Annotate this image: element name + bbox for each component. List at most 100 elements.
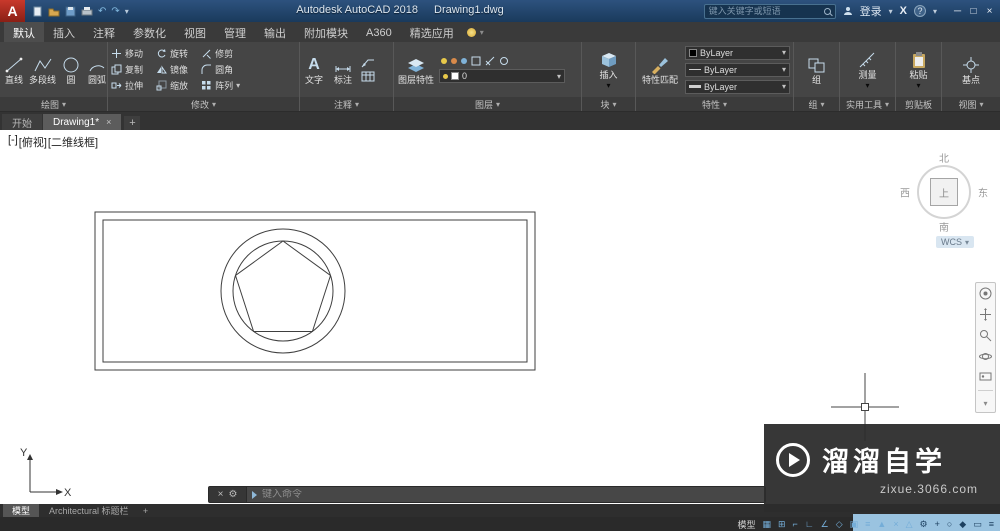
viewcube-west[interactable]: 西: [900, 185, 910, 200]
signin-button[interactable]: 登录: [860, 3, 882, 19]
layer-match-icon[interactable]: [485, 56, 495, 66]
viewport-menu-control[interactable]: [-]: [8, 134, 18, 150]
viewcube-top-face[interactable]: 上: [930, 178, 958, 206]
wcs-dropdown[interactable]: WCS: [935, 236, 974, 248]
tool-group[interactable]: 组: [806, 55, 828, 85]
workspace-gear-icon[interactable]: ⚙: [920, 517, 928, 531]
ortho-icon[interactable]: ∟: [805, 517, 814, 531]
tool-move[interactable]: 移动: [111, 47, 150, 60]
ribbon-tab-insert[interactable]: 插入: [44, 22, 84, 42]
restore-button[interactable]: □: [966, 6, 981, 17]
tool-insert-block[interactable]: 插入: [598, 50, 620, 90]
minimize-button[interactable]: ─: [950, 6, 965, 17]
tool-match-properties[interactable]: 特性匹配: [639, 55, 681, 85]
zoom-icon[interactable]: [979, 329, 992, 342]
layout-tab-model[interactable]: 模型: [3, 504, 40, 517]
grid-icon[interactable]: ▦: [762, 517, 771, 531]
leader-icon[interactable]: [361, 57, 375, 68]
ribbon-tab-manage[interactable]: 管理: [215, 22, 255, 42]
command-customize-icon[interactable]: ⚙: [228, 489, 237, 500]
qat-dropdown-icon[interactable]: ▾: [125, 7, 129, 16]
inner-rectangle[interactable]: [102, 219, 528, 363]
ribbon-tab-featured-apps[interactable]: 精选应用: [401, 22, 463, 42]
object-isolate-icon[interactable]: ○: [947, 517, 952, 531]
plot-icon[interactable]: [81, 6, 93, 17]
panel-modify-footer[interactable]: 修改: [108, 97, 299, 111]
linetype-dropdown[interactable]: ByLayer: [685, 62, 790, 77]
tool-mirror[interactable]: 镜像: [156, 63, 195, 76]
tool-arc[interactable]: 圆弧: [86, 55, 108, 85]
file-tab-close-icon[interactable]: ×: [106, 117, 111, 127]
autoscale-icon[interactable]: ×: [893, 517, 898, 531]
help-icon[interactable]: ?: [913, 5, 926, 17]
tool-measure[interactable]: 测量: [857, 50, 879, 90]
file-tab-drawing1[interactable]: Drawing1* ×: [43, 114, 122, 130]
infer-constraints-icon[interactable]: ⌐: [793, 517, 798, 531]
view-control[interactable]: [俯视]: [19, 134, 47, 150]
featured-apps-bulb-icon[interactable]: [466, 27, 476, 37]
command-input[interactable]: [262, 489, 765, 500]
viewcube[interactable]: 北 南 西 东 上: [900, 154, 988, 234]
tool-array[interactable]: 阵列: [201, 79, 240, 92]
object-color-dropdown[interactable]: ByLayer: [685, 45, 790, 60]
pan-icon[interactable]: [979, 308, 992, 321]
ribbon-tab-home[interactable]: 默认: [4, 22, 44, 42]
layer-freeze-icon[interactable]: [451, 58, 457, 64]
graphics-performance-icon[interactable]: ◆: [959, 517, 966, 531]
tool-fillet[interactable]: 圆角: [201, 63, 240, 76]
visual-style-control[interactable]: [二维线框]: [48, 134, 98, 150]
panel-clipboard-footer[interactable]: 剪贴板: [896, 97, 941, 111]
ribbon-tab-output[interactable]: 输出: [255, 22, 295, 42]
exchange-apps-icon[interactable]: X: [900, 5, 907, 17]
panel-draw-footer[interactable]: 绘图: [0, 97, 107, 111]
redo-icon[interactable]: ↷: [111, 6, 119, 17]
new-drawing-tab-button[interactable]: +: [124, 116, 141, 130]
lineweight-icon[interactable]: ≡: [865, 517, 870, 531]
open-folder-icon[interactable]: [48, 6, 60, 17]
clean-screen-icon[interactable]: ▭: [973, 517, 982, 531]
panel-groups-footer[interactable]: 组: [794, 97, 839, 111]
orbit-icon[interactable]: [979, 350, 992, 363]
inner-circle[interactable]: [232, 240, 334, 342]
layer-on-icon[interactable]: [441, 58, 447, 64]
navbar-dropdown-icon[interactable]: ▾: [983, 399, 987, 408]
tool-paste[interactable]: 粘贴: [908, 50, 930, 90]
polar-tracking-icon[interactable]: ∠: [821, 517, 829, 531]
snap-icon[interactable]: ⊞: [778, 517, 786, 531]
layer-walk-icon[interactable]: [499, 56, 509, 66]
object-snap-icon[interactable]: ▣: [850, 517, 859, 531]
panel-view-footer[interactable]: 视图: [942, 97, 1000, 111]
outer-circle[interactable]: [220, 228, 346, 354]
tool-stretch[interactable]: 拉伸: [111, 79, 150, 92]
navigation-wheel-icon[interactable]: [979, 287, 992, 300]
lineweight-dropdown[interactable]: ByLayer: [685, 79, 790, 94]
tool-dimension[interactable]: 标注: [332, 55, 354, 85]
search-input[interactable]: [708, 6, 824, 16]
panel-block-footer[interactable]: 块: [582, 97, 635, 111]
help-search-box[interactable]: [703, 3, 836, 19]
layer-isolate-icon[interactable]: [471, 56, 481, 66]
tool-trim[interactable]: 修剪: [201, 47, 240, 60]
tool-polyline[interactable]: 多段线: [29, 55, 56, 85]
tool-base-point[interactable]: 基点: [960, 55, 982, 85]
application-menu-button[interactable]: A: [0, 0, 25, 22]
tool-circle[interactable]: 圆: [60, 55, 82, 85]
tool-text[interactable]: A 文字: [303, 55, 325, 85]
isodraft-icon[interactable]: ◇: [836, 517, 843, 531]
command-line[interactable]: × ⚙: [208, 486, 766, 503]
ribbon-tab-a360[interactable]: A360: [357, 22, 401, 42]
ribbon-tab-addins[interactable]: 附加模块: [295, 22, 357, 42]
annotation-monitor-icon[interactable]: +: [935, 517, 940, 531]
command-close-icon[interactable]: ×: [218, 489, 224, 500]
annotation-visibility-icon[interactable]: ▲: [877, 517, 886, 531]
ribbon-display-toggle-icon[interactable]: [480, 22, 484, 42]
ribbon-tab-parametric[interactable]: 参数化: [124, 22, 175, 42]
viewcube-south[interactable]: 南: [939, 219, 949, 234]
close-button[interactable]: ×: [982, 6, 997, 17]
layer-lock-icon[interactable]: [461, 58, 467, 64]
pentagon[interactable]: [234, 240, 332, 332]
model-space-button[interactable]: 模型: [737, 518, 755, 531]
viewcube-east[interactable]: 东: [978, 185, 988, 200]
tool-rotate[interactable]: 旋转: [156, 47, 195, 60]
outer-rectangle[interactable]: [94, 211, 536, 371]
